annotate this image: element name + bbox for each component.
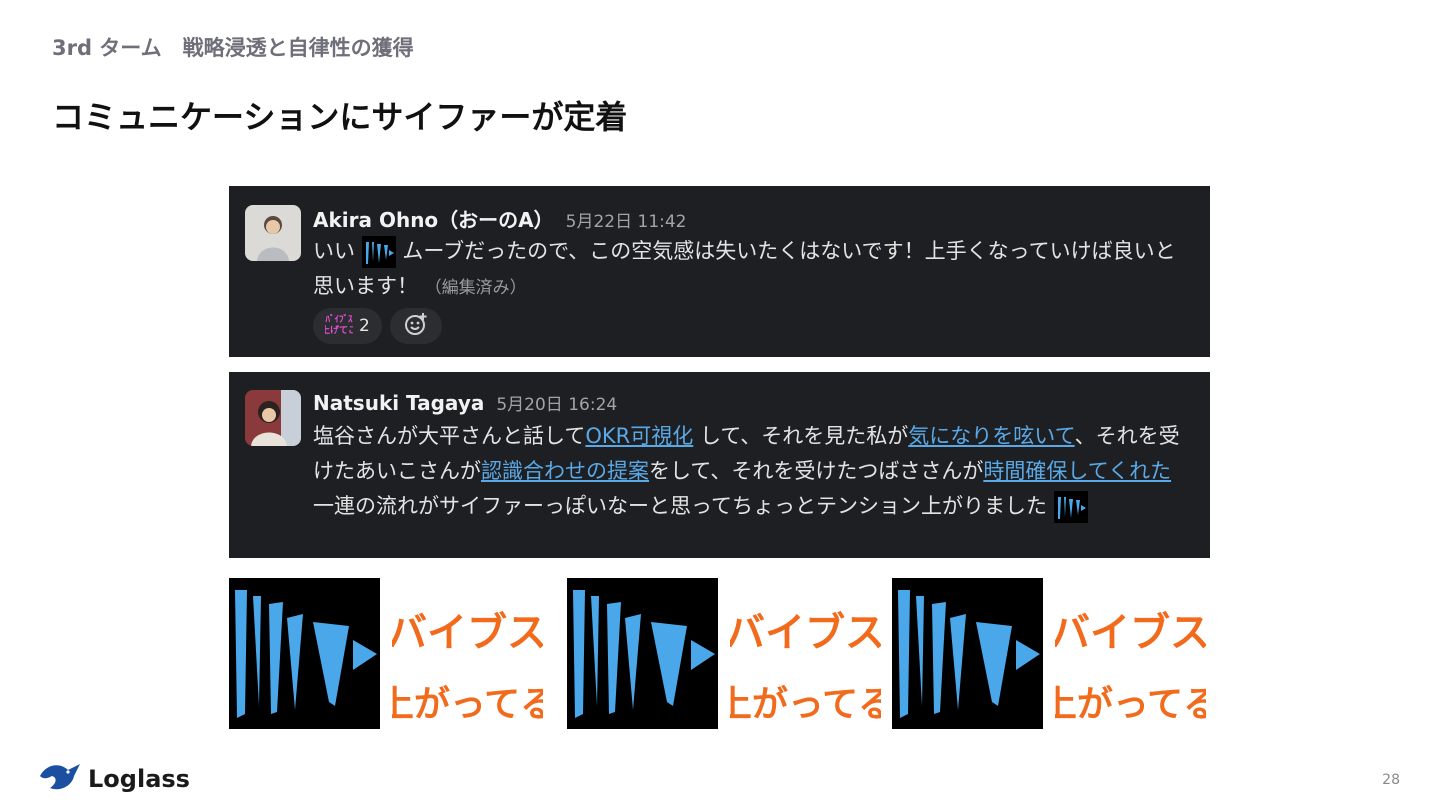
bird-icon	[38, 760, 82, 798]
message-body: いい ムーブだったので、この空気感は失いたくはないです！上手くなっていけば良いと…	[313, 234, 1196, 306]
svg-text:バイブス: バイブス	[730, 610, 881, 656]
reaction-vibes[interactable]: ﾊﾞｲﾌﾞｽ 上げてこ 2	[313, 308, 382, 344]
message-body: 塩谷さんが大平さんと話してOKR可視化 して、それを見た私が気になりを呟いて、そ…	[313, 419, 1196, 524]
link-time[interactable]: 時間確保してくれた	[983, 459, 1171, 483]
author-name[interactable]: Natsuki Tagaya	[313, 391, 484, 415]
svg-text:上がってる: 上がってる	[392, 684, 543, 725]
message-text: をして、それを受けたつばささんが	[649, 459, 984, 483]
message-text: して、それを見た私が	[693, 424, 909, 448]
chat-message-natsuki: Natsuki Tagaya 5月20日 16:24 塩谷さんが大平さんと話してO…	[229, 372, 1210, 558]
add-emoji-icon	[403, 311, 429, 342]
vibes-stamp: バイブス 上がってる	[1041, 578, 1219, 729]
message-header: Akira Ohno（おーのA） 5月22日 11:42	[313, 204, 687, 233]
svg-text:バイブス: バイブス	[1055, 610, 1206, 656]
vibes-stamp: バイブス 上がってる	[378, 578, 556, 729]
link-okr[interactable]: OKR可視化	[585, 424, 693, 448]
add-reaction-button[interactable]	[389, 308, 442, 344]
chat-message-akira: Akira Ohno（おーのA） 5月22日 11:42 いい ムーブだったので、…	[229, 186, 1210, 357]
timestamp[interactable]: 5月22日 11:42	[566, 212, 687, 232]
svg-text:上がってる: 上がってる	[730, 684, 881, 725]
cipher-stamp	[229, 578, 380, 729]
link-murmur[interactable]: 気になりを呟いて	[908, 424, 1074, 448]
svg-text:ﾊﾞｲﾌﾞｽ: ﾊﾞｲﾌﾞｽ	[325, 313, 353, 325]
link-proposal[interactable]: 認識合わせの提案	[481, 459, 649, 483]
cipher-emoji-icon	[1053, 491, 1088, 523]
page-number: 28	[1382, 772, 1400, 788]
slide-subtitle: 3rd ターム 戦略浸透と自律性の獲得	[52, 36, 414, 60]
avatar[interactable]	[245, 205, 301, 261]
message-header: Natsuki Tagaya 5月20日 16:24	[313, 390, 617, 415]
author-name[interactable]: Akira Ohno（おーのA）	[313, 208, 554, 232]
cipher-stamp	[892, 578, 1043, 729]
vibes-emoji-icon: ﾊﾞｲﾌﾞｽ 上げてこ	[321, 310, 357, 342]
timestamp[interactable]: 5月20日 16:24	[496, 395, 617, 415]
svg-text:上げてこ: 上げてこ	[325, 324, 353, 336]
avatar[interactable]	[245, 390, 301, 446]
message-text: 塩谷さんが大平さんと話して	[313, 424, 586, 448]
logo-text: Loglass	[88, 765, 190, 793]
reaction-count: 2	[359, 316, 370, 336]
slide-title: コミュニケーションにサイファーが定着	[52, 98, 628, 136]
cipher-stamp	[567, 578, 718, 729]
edited-label: （編集済み）	[424, 278, 527, 298]
cipher-emoji-icon	[361, 236, 396, 268]
loglass-logo: Loglass	[38, 760, 190, 798]
message-text: いい	[313, 239, 355, 263]
svg-text:上がってる: 上がってる	[1055, 684, 1206, 725]
vibes-stamp: バイブス 上がってる	[716, 578, 894, 729]
reactions-bar: ﾊﾞｲﾌﾞｽ 上げてこ 2	[313, 308, 442, 344]
svg-text:バイブス: バイブス	[392, 610, 543, 656]
